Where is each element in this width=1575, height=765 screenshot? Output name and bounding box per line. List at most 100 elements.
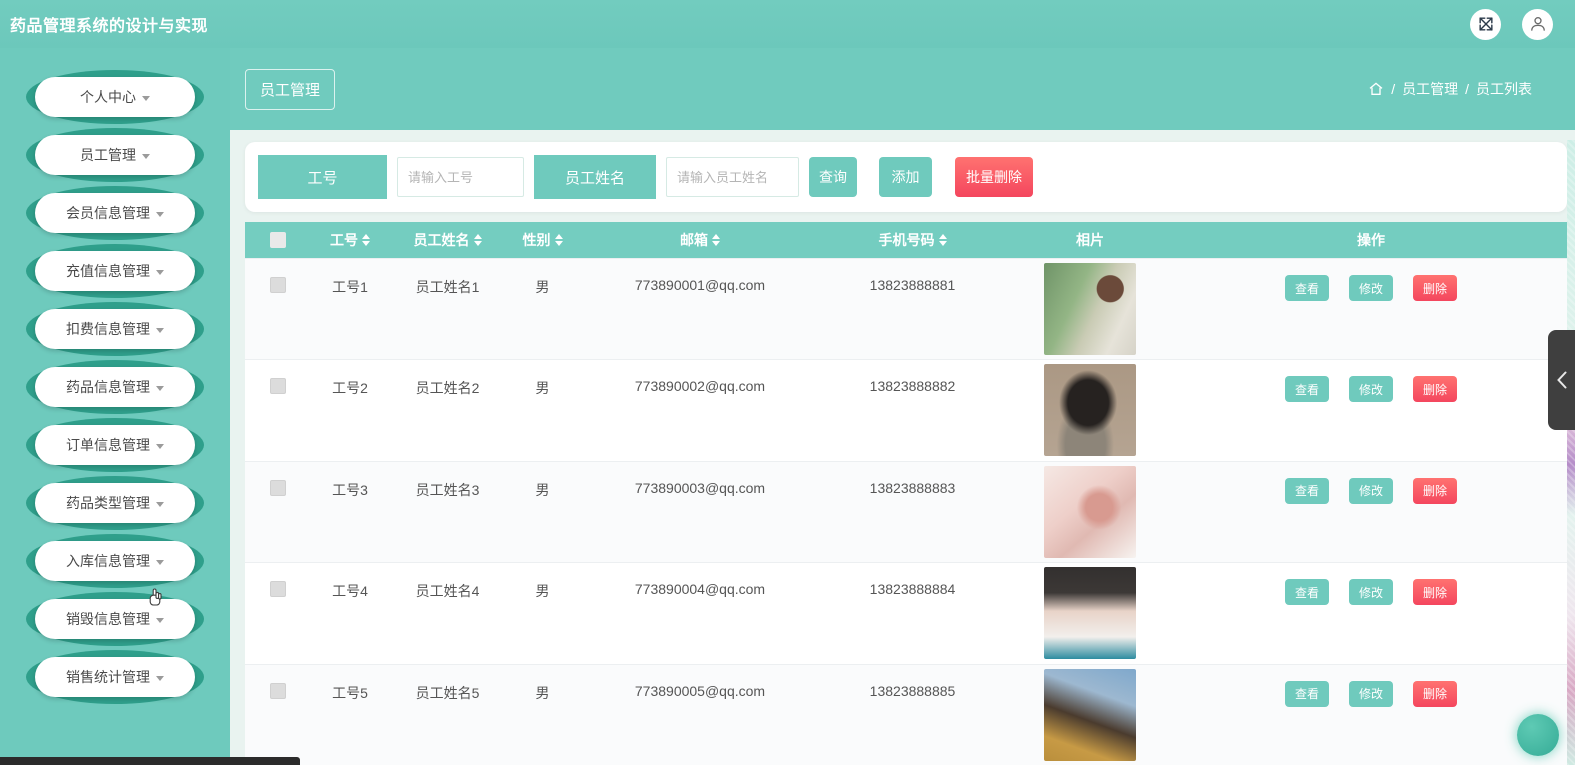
cell-gender: 男 xyxy=(535,279,550,295)
cell-phone: 13823888883 xyxy=(869,479,956,496)
fullscreen-icon xyxy=(1478,17,1493,31)
cell-email: 773890001@qq.com xyxy=(634,277,766,293)
sidebar-item-2[interactable]: 会员信息管理 xyxy=(35,193,195,233)
floating-action-button[interactable] xyxy=(1517,714,1559,756)
delete-button[interactable]: 删除 xyxy=(1413,579,1457,606)
chevron-down-icon xyxy=(156,675,164,681)
view-button[interactable]: 查看 xyxy=(1285,579,1329,606)
cell-employee-id: 工号4 xyxy=(332,583,368,600)
view-button[interactable]: 查看 xyxy=(1285,376,1329,403)
column-header-label: 工号 xyxy=(330,232,358,248)
sidebar-item-3[interactable]: 充值信息管理 xyxy=(35,251,195,291)
select-all-checkbox[interactable] xyxy=(269,232,286,248)
cell-employee-name: 员工姓名5 xyxy=(415,684,480,701)
delete-button[interactable]: 删除 xyxy=(1413,275,1457,301)
breadcrumb-item-employee-management[interactable]: 员工管理 xyxy=(1402,79,1458,99)
chevron-down-icon xyxy=(156,269,164,275)
add-button[interactable]: 添加 xyxy=(879,157,932,197)
row-checkbox[interactable] xyxy=(269,581,286,598)
sidebar-item-6[interactable]: 订单信息管理 xyxy=(35,425,195,465)
chevron-down-icon xyxy=(156,617,164,623)
view-button[interactable]: 查看 xyxy=(1285,680,1329,707)
employee-photo xyxy=(1044,465,1136,558)
fullscreen-button[interactable] xyxy=(1470,8,1501,40)
employee-photo xyxy=(1044,263,1136,355)
table-body: 工号1 员工姓名1 男 773890001@qq.com 13823888881… xyxy=(245,258,1567,765)
column-header[interactable]: 邮箱 xyxy=(580,230,820,250)
delete-button[interactable]: 删除 xyxy=(1413,376,1457,403)
breadcrumb-separator: / xyxy=(1391,81,1396,97)
sidebar-item-8[interactable]: 入库信息管理 xyxy=(35,541,195,581)
cell-employee-id: 工号3 xyxy=(332,481,368,498)
employee-id-input[interactable] xyxy=(397,157,524,197)
search-button[interactable]: 查询 xyxy=(809,157,857,197)
app-title: 药品管理系统的设计与实现 xyxy=(10,18,209,35)
sidebar-item-label: 个人中心 xyxy=(80,89,136,105)
sort-icon[interactable] xyxy=(554,234,563,246)
view-button[interactable]: 查看 xyxy=(1285,477,1329,504)
sidebar-item-1[interactable]: 员工管理 xyxy=(35,135,195,175)
column-header: 相片 xyxy=(1005,230,1175,250)
user-button[interactable] xyxy=(1522,8,1553,40)
column-header-label: 操作 xyxy=(1357,232,1385,248)
home-icon[interactable] xyxy=(1368,81,1384,97)
panel-collapse-tab[interactable] xyxy=(1548,330,1575,430)
cell-employee-id: 工号1 xyxy=(332,279,368,295)
cell-employee-name: 员工姓名4 xyxy=(415,583,480,600)
edit-button[interactable]: 修改 xyxy=(1349,579,1393,606)
sidebar-item-label: 充值信息管理 xyxy=(66,263,150,279)
sidebar-item-10[interactable]: 销售统计管理 xyxy=(35,657,195,697)
page-tab-employee-management[interactable]: 员工管理 xyxy=(245,68,336,110)
batch-delete-button[interactable]: 批量删除 xyxy=(955,157,1033,197)
table-row: 工号5 员工姓名5 男 773890005@qq.com 13823888885… xyxy=(245,663,1567,765)
sort-icon[interactable] xyxy=(712,234,720,246)
column-header-label: 性别 xyxy=(522,232,551,248)
row-checkbox[interactable] xyxy=(269,277,286,293)
column-header[interactable]: 员工姓名 xyxy=(390,230,505,250)
sidebar-item-4[interactable]: 扣费信息管理 xyxy=(35,309,195,349)
edit-button[interactable]: 修改 xyxy=(1349,680,1393,707)
sidebar-item-0[interactable]: 个人中心 xyxy=(35,77,195,117)
sidebar-item-5[interactable]: 药品信息管理 xyxy=(35,367,195,407)
cell-gender: 男 xyxy=(535,583,550,600)
content-area: 工号 员工姓名 查询 添加 批量删除 工号员工姓名性别邮箱手机号码相片操作 工号… xyxy=(230,130,1575,765)
row-checkbox[interactable] xyxy=(269,378,286,395)
sidebar-item-label: 员工管理 xyxy=(80,147,136,163)
view-button[interactable]: 查看 xyxy=(1285,275,1329,301)
edit-button[interactable]: 修改 xyxy=(1349,477,1393,504)
employee-photo xyxy=(1044,668,1136,761)
cell-phone: 13823888885 xyxy=(869,682,956,699)
breadcrumb-separator: / xyxy=(1465,81,1469,97)
cell-employee-name: 员工姓名2 xyxy=(415,380,480,397)
cell-gender: 男 xyxy=(535,380,550,397)
cell-email: 773890003@qq.com xyxy=(634,479,766,496)
sort-icon[interactable] xyxy=(473,234,482,246)
cell-email: 773890005@qq.com xyxy=(634,682,766,699)
delete-button[interactable]: 删除 xyxy=(1413,477,1457,504)
sidebar: 个人中心 员工管理 会员信息管理 充值信息管理 扣费信息管理 药品信息管理 订单… xyxy=(0,48,230,765)
table-header-row: 工号 员工姓名 性别 邮箱 手机号码 相片 操作 xyxy=(245,222,1567,258)
chevron-down-icon xyxy=(156,327,164,333)
column-header[interactable]: 性别 xyxy=(505,230,580,250)
row-checkbox[interactable] xyxy=(269,479,286,496)
employee-name-label: 员工姓名 xyxy=(534,155,656,199)
sort-icon[interactable] xyxy=(938,234,947,246)
cell-gender: 男 xyxy=(535,684,550,701)
column-header[interactable]: 手机号码 xyxy=(820,230,1005,250)
column-header-label: 相片 xyxy=(1076,232,1104,248)
sidebar-item-9[interactable]: 销毁信息管理 xyxy=(35,599,195,639)
table-row: 工号2 员工姓名2 男 773890002@qq.com 13823888882… xyxy=(245,359,1567,461)
row-checkbox[interactable] xyxy=(269,682,286,699)
column-header-label: 手机号码 xyxy=(878,232,935,248)
edit-button[interactable]: 修改 xyxy=(1349,376,1393,403)
sort-icon[interactable] xyxy=(362,234,370,246)
edit-button[interactable]: 修改 xyxy=(1349,275,1393,301)
breadcrumb-item-employee-list[interactable]: 员工列表 xyxy=(1476,79,1532,99)
column-header[interactable]: 工号 xyxy=(310,230,390,250)
cell-phone: 13823888882 xyxy=(869,378,956,395)
sidebar-item-7[interactable]: 药品类型管理 xyxy=(35,483,195,523)
delete-button[interactable]: 删除 xyxy=(1413,680,1457,707)
employee-name-input[interactable] xyxy=(666,157,799,197)
employee-id-label: 工号 xyxy=(258,155,387,199)
cell-phone: 13823888881 xyxy=(869,277,956,293)
